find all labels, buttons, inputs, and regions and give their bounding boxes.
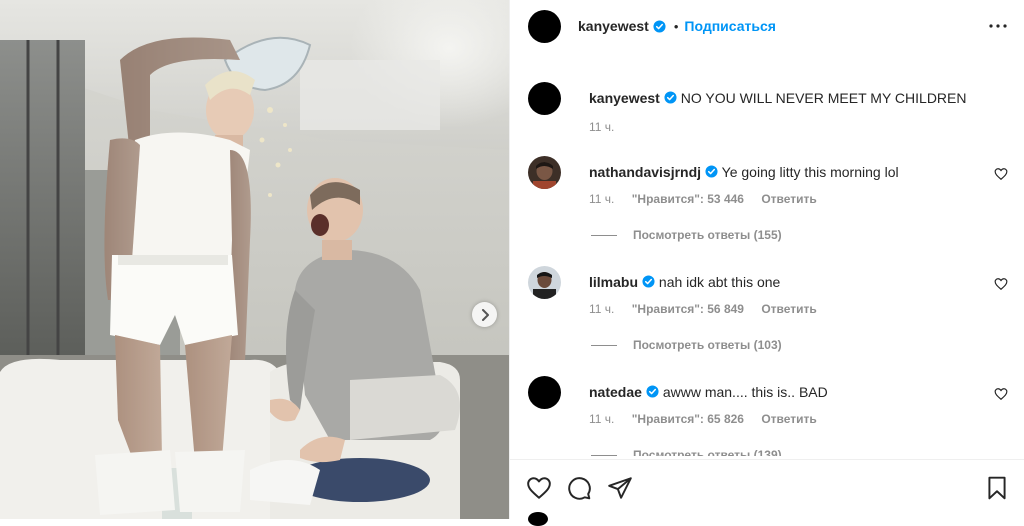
comment-text: nah idk abt this one xyxy=(658,274,781,290)
commenter-avatar[interactable] xyxy=(528,376,561,409)
verified-badge-icon xyxy=(653,19,666,33)
author-username[interactable]: kanyewest xyxy=(578,18,649,34)
verified-badge-icon xyxy=(664,91,677,104)
heart-icon[interactable] xyxy=(994,277,1008,291)
comment-meta: 11 ч. "Нравится": 56 849 Ответить xyxy=(589,302,831,316)
caption-time[interactable]: 11 ч. xyxy=(589,120,614,134)
header-separator: • xyxy=(673,18,679,34)
reply-button[interactable]: Ответить xyxy=(761,412,816,426)
post-side-panel: kanyewest • Подписаться kanyewest NO YOU… xyxy=(509,0,1024,526)
post-header: kanyewest • Подписаться xyxy=(510,0,1024,52)
comment-time[interactable]: 11 ч. xyxy=(589,192,614,206)
post-photo xyxy=(0,0,509,519)
caption-text: NO YOU WILL NEVER MEET MY CHILDREN xyxy=(680,90,967,106)
caption-avatar[interactable] xyxy=(528,82,561,115)
paper-plane-icon[interactable] xyxy=(607,475,633,501)
comment-likes[interactable]: "Нравится": 56 849 xyxy=(632,302,744,316)
follow-button[interactable]: Подписаться xyxy=(684,18,776,34)
heart-icon[interactable] xyxy=(994,387,1008,401)
comment-body: nathandavisjrndj Ye going litty this mor… xyxy=(589,163,978,181)
comment-time[interactable]: 11 ч. xyxy=(589,302,614,316)
chevron-right-icon xyxy=(481,308,489,321)
commenter-avatar[interactable] xyxy=(528,156,561,189)
author-avatar[interactable] xyxy=(528,9,561,43)
instagram-post-modal: kanyewest • Подписаться kanyewest NO YOU… xyxy=(0,0,1024,526)
comment-meta: 11 ч. "Нравится": 65 826 Ответить xyxy=(589,412,831,426)
comment-likes[interactable]: "Нравится": 53 446 xyxy=(632,192,744,206)
replies-divider xyxy=(591,344,617,346)
verified-badge-icon xyxy=(642,275,655,288)
caption-row: kanyewest NO YOU WILL NEVER MEET MY CHIL… xyxy=(528,82,1008,142)
reply-button[interactable]: Ответить xyxy=(761,302,816,316)
comments-list[interactable]: kanyewest NO YOU WILL NEVER MEET MY CHIL… xyxy=(510,60,1024,456)
comment-body: natedae awww man.... this is.. BAD xyxy=(589,383,978,401)
more-options-icon xyxy=(989,24,1007,28)
comment-meta: 11 ч. "Нравится": 53 446 Ответить xyxy=(589,192,831,206)
replies-divider xyxy=(591,454,617,456)
replies-divider xyxy=(591,234,617,236)
comment-likes[interactable]: "Нравится": 65 826 xyxy=(632,412,744,426)
next-slide-button[interactable] xyxy=(472,302,497,327)
post-actions-bar xyxy=(510,459,1024,519)
commenter-username[interactable]: lilmabu xyxy=(589,274,638,290)
comment-row: nathandavisjrndj Ye going litty this mor… xyxy=(528,156,1008,246)
reply-button[interactable]: Ответить xyxy=(761,192,816,206)
verified-badge-icon xyxy=(705,165,718,178)
comment-row: lilmabu nah idk abt this one 11 ч. "Нрав… xyxy=(528,266,1008,356)
next-row-avatar-peek xyxy=(528,512,548,526)
post-media xyxy=(0,0,509,519)
verified-badge-icon xyxy=(646,385,659,398)
commenter-avatar[interactable] xyxy=(528,266,561,299)
bookmark-icon[interactable] xyxy=(984,475,1010,501)
comment-body: lilmabu nah idk abt this one xyxy=(589,273,978,291)
commenter-username[interactable]: natedae xyxy=(589,384,642,400)
view-replies-label: Посмотреть ответы (155) xyxy=(633,228,782,242)
view-replies-button[interactable]: Посмотреть ответы (139) xyxy=(591,448,782,456)
view-replies-label: Посмотреть ответы (103) xyxy=(633,338,782,352)
caption-username[interactable]: kanyewest xyxy=(589,90,660,106)
commenter-username[interactable]: nathandavisjrndj xyxy=(589,164,701,180)
caption-meta: 11 ч. xyxy=(589,120,628,134)
more-options-button[interactable] xyxy=(988,16,1008,36)
view-replies-button[interactable]: Посмотреть ответы (103) xyxy=(591,338,782,352)
comment-bubble-icon[interactable] xyxy=(566,475,592,501)
comment-text: Ye going litty this morning lol xyxy=(721,164,899,180)
caption-body: kanyewest NO YOU WILL NEVER MEET MY CHIL… xyxy=(589,89,978,107)
view-replies-label: Посмотреть ответы (139) xyxy=(633,448,782,456)
heart-icon[interactable] xyxy=(994,167,1008,181)
heart-icon[interactable] xyxy=(526,475,552,501)
comment-text: awww man.... this is.. BAD xyxy=(662,384,828,400)
comment-time[interactable]: 11 ч. xyxy=(589,412,614,426)
view-replies-button[interactable]: Посмотреть ответы (155) xyxy=(591,228,782,242)
comment-row: natedae awww man.... this is.. BAD 11 ч.… xyxy=(528,376,1008,456)
